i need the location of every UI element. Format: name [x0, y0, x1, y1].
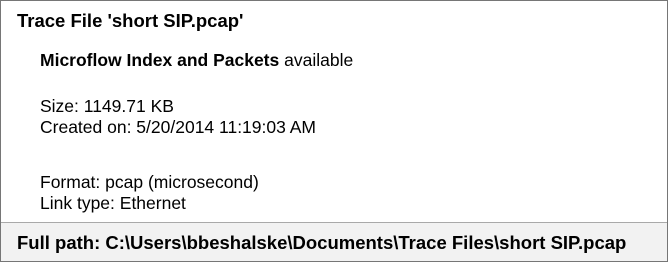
trace-file-tooltip: Trace File 'short SIP.pcap' Microflow In… [0, 0, 668, 262]
format-info-group: Format: pcap (microsecond) Link type: Et… [40, 172, 259, 214]
full-path: Full path: C:\Users\bbeshalske\Documents… [17, 232, 627, 253]
file-size: Size: 1149.71 KB [40, 96, 174, 116]
file-info-group: Size: 1149.71 KB Created on: 5/20/2014 1… [40, 96, 316, 138]
availability-label: Microflow Index and Packets [40, 50, 280, 70]
tooltip-title: Trace File 'short SIP.pcap' [17, 10, 244, 31]
created-on: Created on: 5/20/2014 11:19:03 AM [40, 117, 316, 137]
file-format: Format: pcap (microsecond) [40, 172, 259, 192]
link-type: Link type: Ethernet [40, 193, 186, 213]
availability-status: available [284, 50, 354, 70]
full-path-footer: Full path: C:\Users\bbeshalske\Documents… [1, 222, 667, 261]
availability-row: Microflow Index and Packets available [40, 50, 353, 71]
